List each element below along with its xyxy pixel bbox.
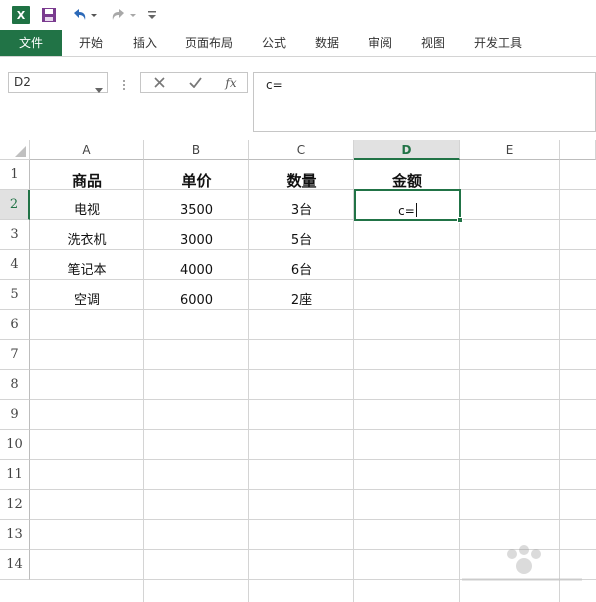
tab-developer[interactable]: 开发工具 — [466, 30, 530, 56]
worksheet-grid: A B C D E 1 2 3 4 5 6 7 8 9 10 11 12 13 … — [0, 140, 596, 602]
cell-a2[interactable]: 电视 — [30, 196, 144, 226]
active-cell-text: c= — [398, 204, 415, 218]
cell-b2[interactable]: 3500 — [144, 196, 249, 226]
cell-b4[interactable]: 4000 — [144, 256, 249, 286]
name-box-value: D2 — [14, 75, 31, 89]
column-header-e[interactable]: E — [460, 140, 560, 160]
quick-access-toolbar: X — [0, 0, 596, 30]
customize-toolbar-icon[interactable] — [146, 6, 158, 24]
gridline — [30, 519, 596, 520]
gridline — [30, 339, 596, 340]
name-box[interactable]: D2 — [8, 72, 108, 93]
row-header-10[interactable]: 10 — [0, 430, 30, 460]
formula-bar: D2 fx c= — [0, 57, 596, 137]
check-icon[interactable] — [183, 73, 207, 92]
cell-a4[interactable]: 笔记本 — [30, 256, 144, 286]
row-header-8[interactable]: 8 — [0, 370, 30, 400]
cell-a3[interactable]: 洗衣机 — [30, 226, 144, 256]
tab-home[interactable]: 开始 — [68, 30, 114, 56]
row-header-7[interactable]: 7 — [0, 340, 30, 370]
select-all-corner[interactable] — [0, 140, 30, 160]
formula-bar-buttons: fx — [140, 72, 248, 93]
tab-data[interactable]: 数据 — [304, 30, 350, 56]
undo-icon[interactable] — [70, 6, 98, 24]
cell-c5[interactable]: 2座 — [249, 286, 354, 316]
column-header-c[interactable]: C — [249, 140, 354, 160]
row-header-14[interactable]: 14 — [0, 550, 30, 580]
cell-c2[interactable]: 3台 — [249, 196, 354, 226]
row-header-4[interactable]: 4 — [0, 250, 30, 280]
formula-bar-resize-handle[interactable] — [122, 77, 126, 91]
watermark-logo — [452, 540, 592, 598]
row-header-2[interactable]: 2 — [0, 190, 30, 220]
cell-c4[interactable]: 6台 — [249, 256, 354, 286]
tab-view[interactable]: 视图 — [410, 30, 456, 56]
cell-c3[interactable]: 5台 — [249, 226, 354, 256]
tab-insert[interactable]: 插入 — [122, 30, 168, 56]
cell-b3[interactable]: 3000 — [144, 226, 249, 256]
excel-app-icon: X — [12, 6, 30, 24]
row-header-9[interactable]: 9 — [0, 400, 30, 430]
gridline — [30, 399, 596, 400]
row-header-6[interactable]: 6 — [0, 310, 30, 340]
gridline — [559, 160, 560, 602]
gridline — [459, 160, 460, 602]
chevron-down-icon[interactable] — [95, 79, 103, 98]
tab-review[interactable]: 审阅 — [358, 30, 402, 56]
row-header-13[interactable]: 13 — [0, 520, 30, 550]
column-header-a[interactable]: A — [30, 140, 144, 160]
row-header-5[interactable]: 5 — [0, 280, 30, 310]
formula-text: c= — [266, 78, 283, 92]
insert-function-button[interactable]: fx — [219, 73, 243, 92]
cell-b1[interactable]: 单价 — [144, 166, 249, 196]
ribbon-tabs: 文件 开始 插入 页面布局 公式 数据 审阅 视图 开发工具 — [0, 30, 596, 57]
row-header-3[interactable]: 3 — [0, 220, 30, 250]
column-header-b[interactable]: B — [144, 140, 249, 160]
gridline — [30, 429, 596, 430]
gridline — [30, 459, 596, 460]
column-header-f[interactable] — [560, 140, 596, 160]
cell-c1[interactable]: 数量 — [249, 166, 354, 196]
cell-a1[interactable]: 商品 — [30, 166, 144, 196]
column-header-d[interactable]: D — [354, 140, 460, 160]
tab-page-layout[interactable]: 页面布局 — [178, 30, 240, 56]
cell-b5[interactable]: 6000 — [144, 286, 249, 316]
active-cell-editor[interactable]: c= — [354, 196, 461, 226]
row-header-11[interactable]: 11 — [0, 460, 30, 490]
gridline — [30, 489, 596, 490]
row-header-1[interactable]: 1 — [0, 160, 30, 190]
formula-input[interactable]: c= — [253, 72, 596, 132]
row-header-12[interactable]: 12 — [0, 490, 30, 520]
text-caret — [415, 203, 417, 217]
redo-icon[interactable] — [108, 6, 138, 24]
fill-handle[interactable] — [457, 217, 463, 223]
gridline — [30, 369, 596, 370]
save-icon[interactable] — [40, 6, 58, 24]
close-icon[interactable] — [147, 73, 171, 92]
cell-a5[interactable]: 空调 — [30, 286, 144, 316]
tab-formulas[interactable]: 公式 — [252, 30, 296, 56]
tab-file[interactable]: 文件 — [0, 30, 62, 56]
